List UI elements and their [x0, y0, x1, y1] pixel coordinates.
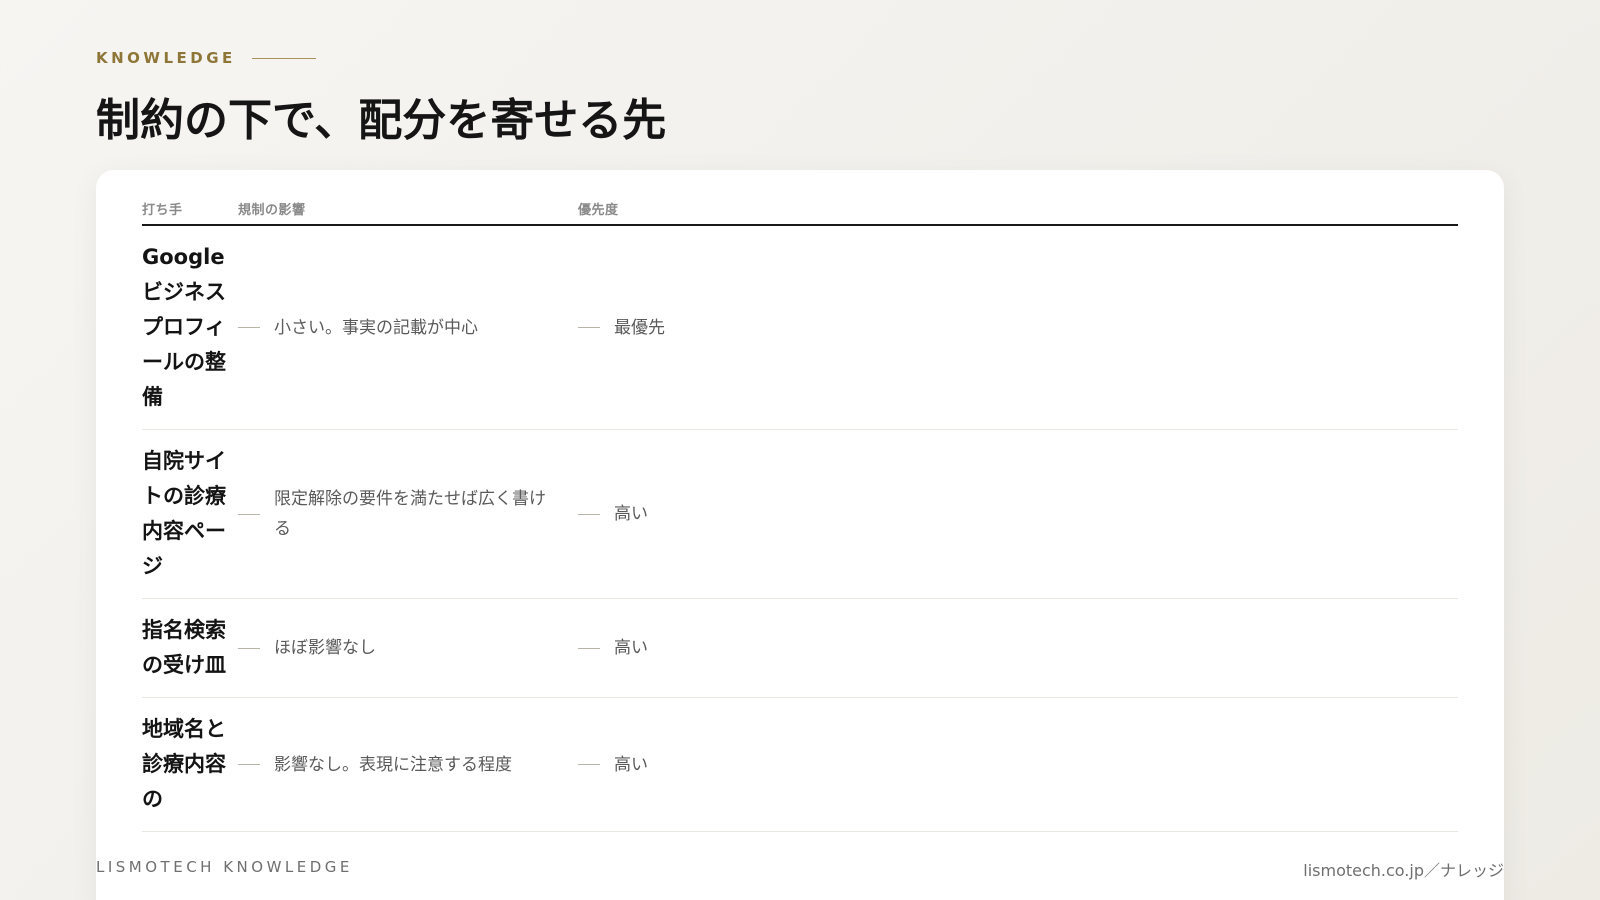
eyebrow-label: KNOWLEDGE [96, 49, 236, 67]
row-impact: 影響なし。表現に注意する程度 [274, 754, 512, 775]
table-header: 打ち手 規制の影響 優先度 [142, 196, 1458, 226]
row-impact: 小さい。事実の記載が中心 [274, 317, 478, 338]
row-impact: ほぼ影響なし [274, 638, 376, 658]
header-action: 打ち手 [142, 203, 183, 218]
header-impact: 規制の影響 [238, 203, 306, 218]
page-title: 制約の下で、配分を寄せる先 [96, 95, 667, 146]
dash-icon [238, 647, 260, 649]
dash-icon [578, 327, 600, 328]
eyebrow-divider [251, 57, 316, 59]
dash-icon [238, 327, 260, 328]
row-priority-cell: 最優先 [578, 313, 1458, 343]
dash-icon [238, 764, 260, 765]
table-row: 指名検索の受け皿 ほぼ影響なし 高い [142, 599, 1458, 698]
table-card: 打ち手 規制の影響 優先度 Googleビジネスプロフィールの整備 小さい。事実… [96, 170, 1504, 900]
footer-brand: LISMOTECH KNOWLEDGE [96, 858, 353, 876]
row-impact-cell: 限定解除の要件を満たせば広く書ける [238, 484, 578, 544]
dash-icon [578, 513, 600, 515]
row-priority: 高い [614, 638, 648, 658]
table-row: 地域名と診療内容の 影響なし。表現に注意する程度 高い [142, 698, 1458, 832]
row-impact: 限定解除の要件を満たせば広く書ける [274, 489, 546, 539]
row-priority: 最優先 [614, 317, 665, 338]
row-impact-cell: 影響なし。表現に注意する程度 [238, 750, 578, 780]
header-priority: 優先度 [578, 203, 619, 218]
row-action: 地域名と診療内容の [142, 717, 226, 811]
row-action: 指名検索の受け皿 [142, 618, 226, 677]
row-priority-cell: 高い [578, 499, 1458, 529]
row-priority: 高い [614, 754, 648, 775]
eyebrow: KNOWLEDGE [96, 49, 316, 67]
comparison-table: 打ち手 規制の影響 優先度 Googleビジネスプロフィールの整備 小さい。事実… [142, 196, 1458, 832]
dash-icon [578, 647, 600, 649]
row-impact-cell: ほぼ影響なし [238, 633, 578, 663]
row-priority: 高い [614, 504, 648, 524]
table-row: Googleビジネスプロフィールの整備 小さい。事実の記載が中心 最優先 [142, 226, 1458, 430]
row-priority-cell: 高い [578, 633, 1458, 663]
dash-icon [578, 764, 600, 765]
row-priority-cell: 高い [578, 750, 1458, 780]
row-impact-cell: 小さい。事実の記載が中心 [238, 313, 578, 343]
table-row: 自院サイトの診療内容ページ 限定解除の要件を満たせば広く書ける 高い [142, 430, 1458, 599]
dash-icon [238, 513, 260, 515]
row-action: Googleビジネスプロフィールの整備 [142, 245, 226, 409]
row-action: 自院サイトの診療内容ページ [142, 449, 226, 578]
footer-url[interactable]: lismotech.co.jp／ナレッジ [1303, 857, 1504, 881]
